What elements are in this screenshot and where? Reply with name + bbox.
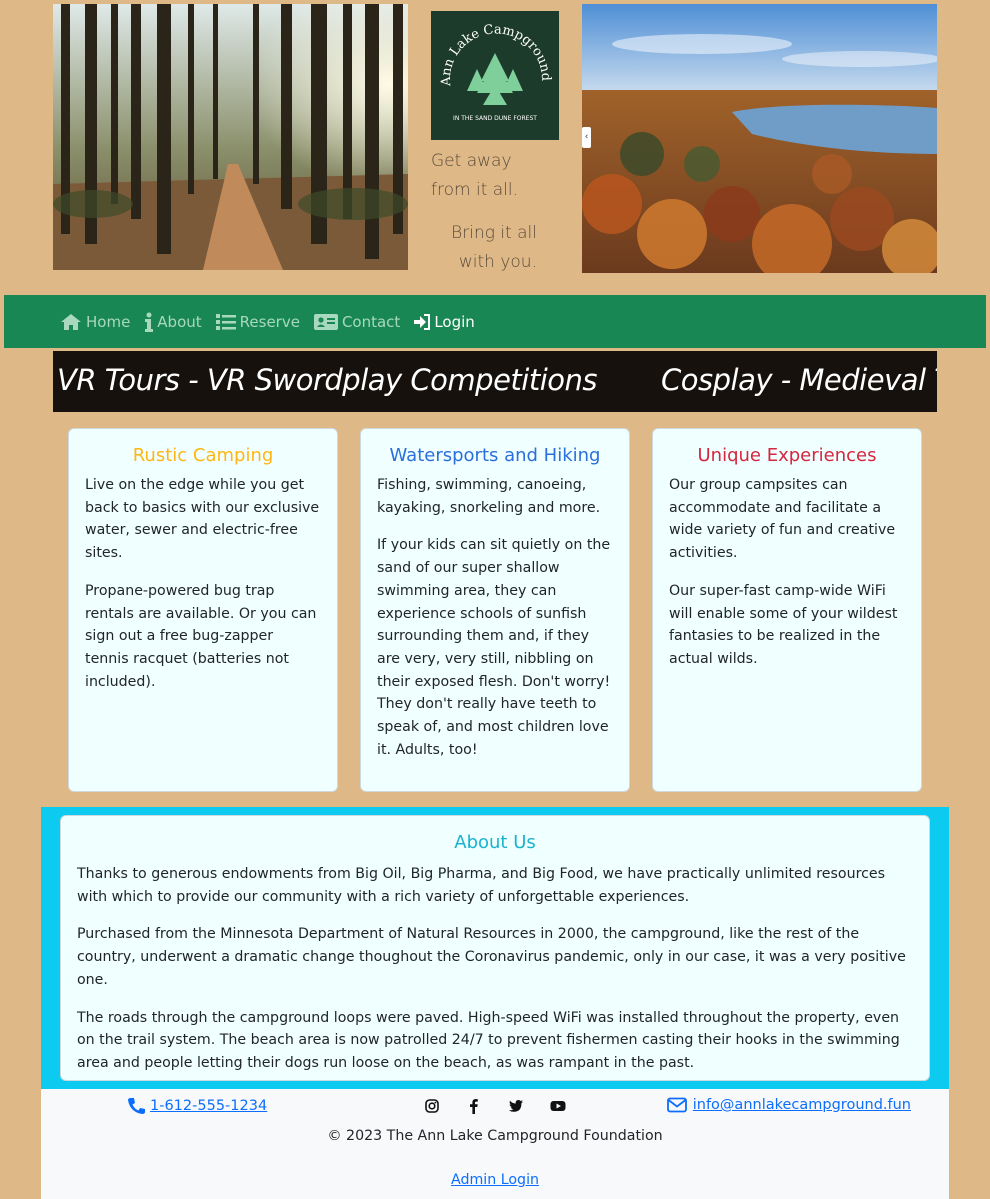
about-paragraph: Thanks to generous endowments from Big O…: [77, 866, 886, 905]
about-card: About Us Thanks to generous endowments f…: [60, 815, 930, 1081]
tagline-bring-it: Bring it all with you.: [451, 223, 537, 272]
campground-logo[interactable]: Ann Lake Campground IN THE SAND DUNE FOR…: [431, 11, 559, 140]
home-icon: [61, 313, 81, 330]
nav-reserve-label: Reserve: [239, 312, 300, 331]
instagram-icon[interactable]: [424, 1098, 440, 1114]
social-links: [424, 1098, 566, 1114]
marquee-text-1: VR Tours - VR Swordplay Competitions: [57, 363, 598, 397]
nav-about[interactable]: About: [144, 312, 202, 332]
about-title: About Us: [454, 832, 536, 853]
card-paragraph: If your kids can sit quietly on the sand…: [377, 537, 611, 758]
tagline-get-away: Get away from it all.: [431, 151, 519, 200]
card-paragraph: Fishing, swimming, canoeing, kayaking, s…: [377, 477, 601, 516]
card-paragraph: Our group campsites can accommodate and …: [669, 477, 896, 562]
envelope-icon: [666, 1097, 687, 1113]
card-unique-experiences: Unique Experiences Our group campsites c…: [652, 428, 922, 792]
phone-number: 1-612-555-1234: [150, 1098, 268, 1114]
phone-icon: [128, 1098, 145, 1114]
nav-about-label: About: [157, 312, 202, 331]
card-title: Watersports and Hiking: [389, 445, 601, 466]
logo-subtitle: IN THE SAND DUNE FOREST: [453, 115, 537, 122]
nav-home-label: Home: [86, 312, 131, 331]
email-link[interactable]: info@annlakecampground.fun: [666, 1097, 911, 1113]
carousel-prev-button[interactable]: ‹: [582, 127, 591, 148]
card-paragraph: Our super-fast camp-wide WiFi will enabl…: [669, 582, 898, 667]
main-navbar: Home About Reserve Contact Login: [4, 295, 986, 348]
forest-trail-photo: [53, 4, 408, 270]
admin-login-link[interactable]: Admin Login: [451, 1172, 539, 1188]
nav-home[interactable]: Home: [60, 313, 130, 331]
email-address: info@annlakecampground.fun: [692, 1097, 911, 1113]
youtube-icon[interactable]: [550, 1098, 566, 1114]
card-paragraph: Live on the edge while you get back to b…: [85, 477, 320, 562]
card-watersports-hiking: Watersports and Hiking Fishing, swimming…: [360, 428, 630, 792]
nav-contact[interactable]: Contact: [313, 312, 401, 331]
autumn-lake-aerial-photo: [582, 4, 937, 273]
card-paragraph: Propane-powered bug trap rentals are ava…: [85, 582, 317, 690]
card-title: Rustic Camping: [132, 445, 274, 466]
copyright-text: © 2023 The Ann Lake Campground Foundatio…: [327, 1128, 663, 1144]
footer: 1-612-555-1234 info@annlakecampground.fu…: [41, 1089, 949, 1199]
facebook-icon[interactable]: [466, 1098, 482, 1114]
nav-login[interactable]: Login: [414, 312, 475, 331]
list-icon: [215, 313, 236, 330]
sign-in-icon: [414, 313, 431, 330]
nav-contact-label: Contact: [341, 312, 401, 331]
card-rustic-camping: Rustic Camping Live on the edge while yo…: [68, 428, 338, 792]
events-marquee: VR Tours - VR Swordplay Competitions Cosp…: [53, 351, 937, 412]
nav-login-label: Login: [434, 312, 475, 331]
marquee-text-2: Cosplay - Medieval Tour: [661, 363, 937, 397]
card-title: Unique Experiences: [697, 445, 877, 466]
twitter-icon[interactable]: [508, 1098, 524, 1114]
phone-link[interactable]: 1-612-555-1234: [127, 1097, 267, 1115]
id-card-icon: [313, 313, 338, 330]
info-icon: [145, 312, 154, 332]
about-paragraph: The roads through the campground loops w…: [77, 1009, 900, 1071]
about-paragraph: Purchased from the Minnesota Department …: [77, 926, 906, 988]
nav-reserve[interactable]: Reserve: [215, 312, 300, 331]
